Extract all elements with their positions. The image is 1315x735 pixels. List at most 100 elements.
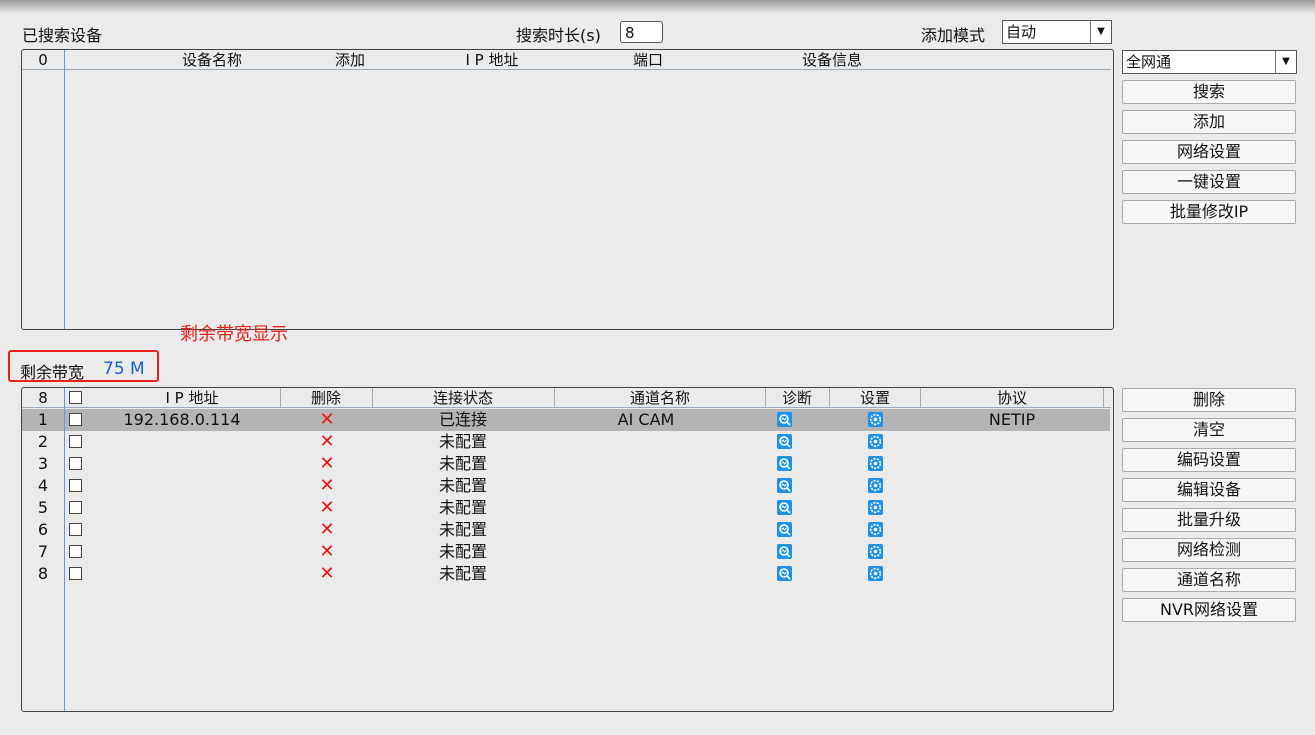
col-port[interactable]: 端口: [588, 50, 708, 70]
header-divider: [765, 388, 766, 408]
select-all-checkbox[interactable]: [69, 391, 82, 404]
table-row[interactable]: 5 ✕ 未配置: [22, 497, 1110, 519]
settings-icon[interactable]: [868, 544, 883, 559]
bandwidth-label: 剩余带宽: [20, 363, 85, 382]
settings-icon[interactable]: [868, 412, 883, 427]
row-checkbox[interactable]: [69, 479, 82, 492]
channel-table-header: 8 I P 地址 删除 连接状态 通道名称 诊断 设置 协议: [22, 388, 1111, 408]
settings-icon[interactable]: [868, 434, 883, 449]
table-row[interactable]: 2 ✕ 未配置: [22, 431, 1110, 453]
delete-x-icon[interactable]: ✕: [317, 431, 337, 453]
row-number: 7: [37, 542, 49, 561]
header-divider: [372, 388, 373, 408]
network-type-value: 全网通: [1126, 53, 1172, 71]
col-protocol[interactable]: 协议: [921, 388, 1103, 408]
add-button[interactable]: 添加: [1122, 110, 1296, 134]
row-checkbox[interactable]: [69, 501, 82, 514]
header-divider: [554, 388, 555, 408]
column-divider: [64, 388, 65, 711]
search-results-table[interactable]: 0 设备名称 添加 I P 地址 端口 设备信息: [21, 49, 1114, 330]
settings-icon[interactable]: [868, 522, 883, 537]
row-channel-name: AI CAM: [617, 410, 675, 429]
row-number: 3: [37, 454, 49, 473]
settings-icon[interactable]: [868, 456, 883, 471]
batch-modify-ip-button[interactable]: 批量修改IP: [1122, 200, 1296, 224]
col-ip-address[interactable]: I P 地址: [112, 388, 272, 408]
search-duration-input[interactable]: 8: [620, 21, 663, 43]
delete-x-icon[interactable]: ✕: [317, 453, 337, 475]
diagnose-icon[interactable]: [777, 478, 792, 493]
searched-devices-label: 已搜索设备: [22, 26, 103, 45]
clear-button[interactable]: 清空: [1122, 418, 1296, 442]
header-divider: [1103, 388, 1104, 408]
network-check-button[interactable]: 网络检测: [1122, 538, 1296, 562]
table-row[interactable]: 1 192.168.0.114 ✕ 已连接 AI CAM NETIP: [22, 409, 1110, 431]
channel-name-button[interactable]: 通道名称: [1122, 568, 1296, 592]
settings-icon[interactable]: [868, 478, 883, 493]
diagnose-icon[interactable]: [777, 522, 792, 537]
delete-x-icon[interactable]: ✕: [317, 519, 337, 541]
nvr-network-settings-button[interactable]: NVR网络设置: [1122, 598, 1296, 622]
table-row[interactable]: 4 ✕ 未配置: [22, 475, 1110, 497]
column-divider: [64, 50, 65, 329]
row-checkbox[interactable]: [69, 545, 82, 558]
delete-x-icon[interactable]: ✕: [317, 563, 337, 585]
row-connection-status: 未配置: [438, 432, 487, 451]
edit-device-button[interactable]: 编辑设备: [1122, 478, 1296, 502]
network-settings-button[interactable]: 网络设置: [1122, 140, 1296, 164]
delete-x-icon[interactable]: ✕: [317, 541, 337, 563]
col-diagnose[interactable]: 诊断: [765, 388, 829, 408]
table-row[interactable]: 3 ✕ 未配置: [22, 453, 1110, 475]
channel-table[interactable]: 8 I P 地址 删除 连接状态 通道名称 诊断 设置 协议 1 192.168.…: [21, 387, 1114, 712]
search-button[interactable]: 搜索: [1122, 80, 1296, 104]
row-connection-status: 未配置: [438, 520, 487, 539]
col-settings[interactable]: 设置: [829, 388, 921, 408]
row-number: 8: [37, 564, 49, 583]
diagnose-icon[interactable]: [777, 500, 792, 515]
diagnose-icon[interactable]: [777, 566, 792, 581]
col-delete[interactable]: 删除: [280, 388, 372, 408]
row-number: 6: [37, 520, 49, 539]
bandwidth-value: 75 M: [103, 359, 145, 379]
col-ip-address[interactable]: I P 地址: [392, 50, 592, 70]
bandwidth-annotation: 剩余带宽显示: [180, 324, 288, 345]
col-device-info[interactable]: 设备信息: [752, 50, 912, 70]
diagnose-icon[interactable]: [777, 456, 792, 471]
row-protocol: NETIP: [988, 410, 1036, 429]
add-mode-select[interactable]: 自动 ▼: [1002, 20, 1112, 44]
chevron-down-icon[interactable]: ▼: [1275, 51, 1296, 73]
table-row[interactable]: 7 ✕ 未配置: [22, 541, 1110, 563]
delete-button[interactable]: 删除: [1122, 388, 1296, 412]
encode-settings-button[interactable]: 编码设置: [1122, 448, 1296, 472]
row-checkbox[interactable]: [69, 457, 82, 470]
row-checkbox[interactable]: [69, 567, 82, 580]
delete-x-icon[interactable]: ✕: [317, 497, 337, 519]
col-connection-status[interactable]: 连接状态: [372, 388, 554, 408]
settings-icon[interactable]: [868, 500, 883, 515]
header-divider: [920, 388, 921, 408]
search-count: 0: [38, 51, 48, 69]
col-device-name[interactable]: 设备名称: [132, 50, 292, 70]
row-connection-status: 未配置: [438, 454, 487, 473]
search-table-header: 0 设备名称 添加 I P 地址 端口 设备信息: [22, 50, 1111, 70]
diagnose-icon[interactable]: [777, 544, 792, 559]
row-checkbox[interactable]: [69, 523, 82, 536]
batch-upgrade-button[interactable]: 批量升级: [1122, 508, 1296, 532]
col-channel-name[interactable]: 通道名称: [555, 388, 765, 408]
row-checkbox[interactable]: [69, 413, 82, 426]
table-row[interactable]: 8 ✕ 未配置: [22, 563, 1110, 585]
delete-x-icon[interactable]: ✕: [317, 475, 337, 497]
chevron-down-icon[interactable]: ▼: [1090, 21, 1111, 43]
top-shade: [0, 0, 1315, 14]
settings-icon[interactable]: [868, 566, 883, 581]
row-number: 5: [37, 498, 49, 517]
diagnose-icon[interactable]: [777, 412, 792, 427]
diagnose-icon[interactable]: [777, 434, 792, 449]
row-checkbox[interactable]: [69, 435, 82, 448]
table-row[interactable]: 6 ✕ 未配置: [22, 519, 1110, 541]
delete-x-icon[interactable]: ✕: [317, 409, 337, 431]
network-type-select[interactable]: 全网通 ▼: [1122, 50, 1297, 74]
row-number: 4: [37, 476, 49, 495]
row-connection-status: 未配置: [438, 498, 487, 517]
one-click-settings-button[interactable]: 一键设置: [1122, 170, 1296, 194]
